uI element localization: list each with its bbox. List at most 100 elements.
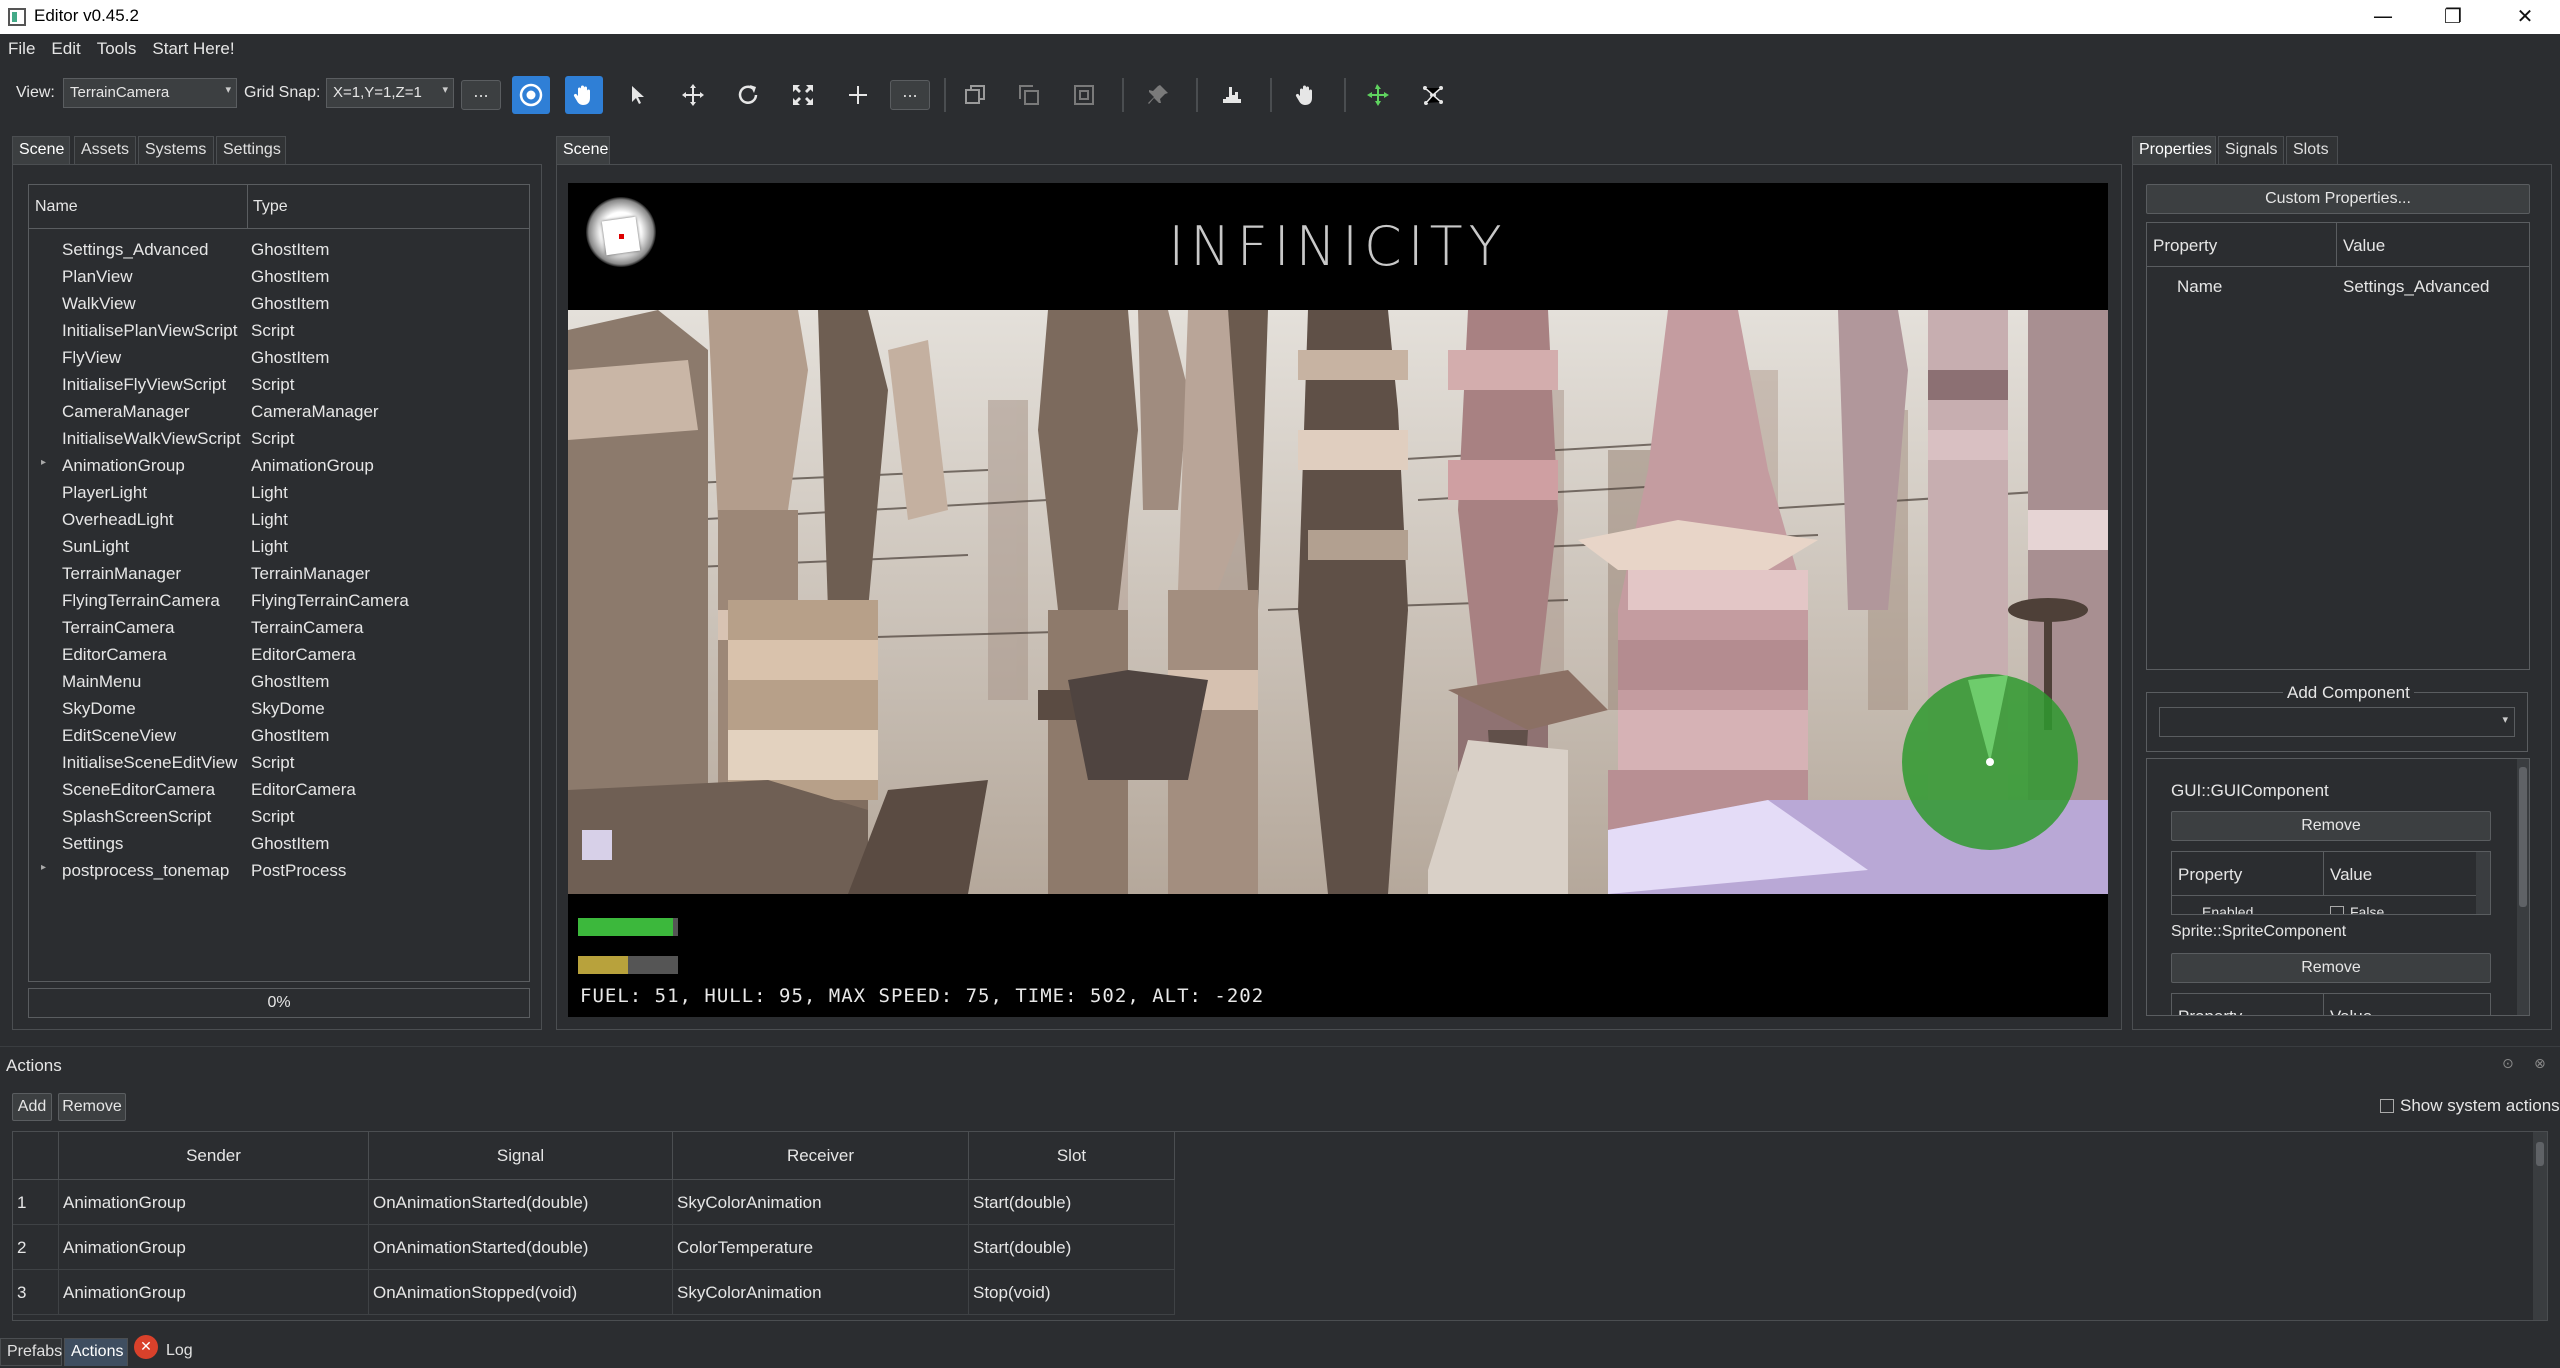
sprite-property-header[interactable]: Property	[2172, 994, 2324, 1015]
properties-table[interactable]: Property Value Name Settings_Advanced	[2146, 222, 2530, 670]
tree-row[interactable]: ▸ postprocess_tonemap PostProcess	[29, 858, 529, 885]
table-row[interactable]: 2 AnimationGroup OnAnimationStarted(double…	[13, 1225, 1175, 1270]
tree-row[interactable]: MainMenu GhostItem	[29, 669, 529, 696]
tree-row[interactable]: Settings GhostItem	[29, 831, 529, 858]
tree-row[interactable]: SkyDome SkyDome	[29, 696, 529, 723]
network-button[interactable]	[1414, 76, 1452, 114]
add-button[interactable]	[839, 76, 877, 114]
gui-table-scrollbar[interactable]	[2476, 852, 2490, 914]
tree-row[interactable]: EditSceneView GhostItem	[29, 723, 529, 750]
tab-prefabs[interactable]: Prefabs	[0, 1338, 62, 1366]
tab-log[interactable]: Log	[160, 1338, 202, 1366]
target-button[interactable]	[512, 76, 550, 114]
components-scrollbar[interactable]	[2517, 759, 2529, 1015]
actions-scrollbar-thumb[interactable]	[2536, 1142, 2544, 1166]
tools-more-button[interactable]: ...	[890, 80, 930, 110]
grid-snap-select[interactable]: X=1,Y=1,Z=1 ▾	[326, 78, 454, 108]
tree-row[interactable]: InitialiseFlyViewScript Script	[29, 372, 529, 399]
axis-button[interactable]	[1359, 76, 1397, 114]
action-receiver[interactable]: SkyColorAnimation	[673, 1270, 969, 1315]
remove-action-button[interactable]: Remove	[58, 1093, 126, 1121]
actions-scrollbar[interactable]	[2533, 1132, 2547, 1320]
gui-value-header[interactable]: Value	[2324, 852, 2490, 896]
action-signal[interactable]: OnAnimationStarted(double)	[369, 1225, 673, 1270]
tree-row[interactable]: InitialisePlanViewScript Script	[29, 318, 529, 345]
sprite-component-table[interactable]: Property Value	[2171, 993, 2491, 1015]
action-sender[interactable]: AnimationGroup	[59, 1270, 369, 1315]
action-signal[interactable]: OnAnimationStopped(void)	[369, 1270, 673, 1315]
tree-row[interactable]: FlyView GhostItem	[29, 345, 529, 372]
minimize-button[interactable]: —	[2348, 0, 2418, 34]
add-component-select[interactable]: ▾	[2159, 707, 2515, 737]
tree-row[interactable]: ▸ AnimationGroup AnimationGroup	[29, 453, 529, 480]
close-button[interactable]: ✕	[2490, 0, 2560, 34]
show-system-actions-checkbox[interactable]	[2380, 1099, 2394, 1113]
table-row[interactable]: 1 AnimationGroup OnAnimationStarted(double…	[13, 1180, 1175, 1225]
tab-properties[interactable]: Properties	[2132, 136, 2216, 164]
scale-tool-button[interactable]	[784, 76, 822, 114]
action-slot[interactable]: Start(double)	[969, 1180, 1175, 1225]
duplicate-button[interactable]	[1065, 76, 1103, 114]
grid-more-button[interactable]: ...	[461, 80, 501, 110]
remove-gui-component-button[interactable]: Remove	[2171, 811, 2491, 841]
sprite-value-header[interactable]: Value	[2324, 994, 2490, 1015]
tab-actions[interactable]: Actions	[64, 1338, 128, 1366]
gui-enabled-checkbox[interactable]	[2330, 906, 2344, 914]
tree-row[interactable]: TerrainCamera TerrainCamera	[29, 615, 529, 642]
column-name[interactable]: Name	[35, 198, 78, 216]
tab-scene[interactable]: Scene	[12, 136, 70, 164]
action-slot[interactable]: Stop(void)	[969, 1270, 1175, 1315]
scene-tree[interactable]: Name Type Settings_Advanced GhostItem Plan…	[28, 184, 530, 982]
menu-tools[interactable]: Tools	[89, 34, 145, 59]
action-slot[interactable]: Start(double)	[969, 1225, 1175, 1270]
close-dock-icon[interactable]: ⊗	[2534, 1056, 2546, 1072]
tree-row[interactable]: FlyingTerrainCamera FlyingTerrainCamera	[29, 588, 529, 615]
tab-scene-view[interactable]: Scene	[556, 136, 610, 164]
tree-row[interactable]: PlanView GhostItem	[29, 264, 529, 291]
gui-property-header[interactable]: Property	[2172, 852, 2324, 896]
grab-button[interactable]	[1287, 76, 1325, 114]
float-icon[interactable]: ⊙	[2502, 1056, 2514, 1072]
expand-arrow-icon[interactable]: ▸	[41, 862, 46, 873]
tree-row[interactable]: InitialiseSceneEditView Script	[29, 750, 529, 777]
column-type[interactable]: Type	[253, 198, 288, 216]
scene-viewport[interactable]: INFINICITY FUEL: 51, HULL: 95, MAX SPEED…	[568, 183, 2108, 1017]
property-column-header[interactable]: Property	[2147, 223, 2337, 267]
action-sender[interactable]: AnimationGroup	[59, 1180, 369, 1225]
components-scrollbar-thumb[interactable]	[2519, 767, 2527, 907]
action-receiver[interactable]: SkyColorAnimation	[673, 1180, 969, 1225]
menu-start-here[interactable]: Start Here!	[144, 34, 242, 59]
paste-button[interactable]	[1010, 76, 1048, 114]
menu-file[interactable]: File	[0, 34, 43, 59]
tree-row[interactable]: OverheadLight Light	[29, 507, 529, 534]
expand-arrow-icon[interactable]: ▸	[41, 457, 46, 468]
copy-button[interactable]	[956, 76, 994, 114]
maximize-button[interactable]: ❐	[2418, 0, 2488, 34]
tree-row[interactable]: CameraManager CameraManager	[29, 399, 529, 426]
tab-assets[interactable]: Assets	[74, 136, 136, 164]
tree-row[interactable]: SunLight Light	[29, 534, 529, 561]
tab-settings[interactable]: Settings	[216, 136, 286, 164]
rotate-tool-button[interactable]	[729, 76, 767, 114]
hand-tool-button[interactable]	[565, 76, 603, 114]
tree-row[interactable]: SceneEditorCamera EditorCamera	[29, 777, 529, 804]
column-slot[interactable]: Slot	[969, 1132, 1175, 1180]
tree-row[interactable]: TerrainManager TerrainManager	[29, 561, 529, 588]
pin-button[interactable]	[1139, 76, 1177, 114]
menu-edit[interactable]: Edit	[43, 34, 88, 59]
action-receiver[interactable]: ColorTemperature	[673, 1225, 969, 1270]
column-sender[interactable]: Sender	[59, 1132, 369, 1180]
tab-systems[interactable]: Systems	[138, 136, 214, 164]
tab-signals[interactable]: Signals	[2218, 136, 2284, 164]
tree-row[interactable]: PlayerLight Light	[29, 480, 529, 507]
tree-row[interactable]: EditorCamera EditorCamera	[29, 642, 529, 669]
tree-row[interactable]: WalkView GhostItem	[29, 291, 529, 318]
gui-component-table[interactable]: Property Value Enabled False	[2171, 851, 2491, 915]
column-receiver[interactable]: Receiver	[673, 1132, 969, 1180]
tab-slots[interactable]: Slots	[2286, 136, 2338, 164]
actions-table[interactable]: Sender Signal Receiver Slot 1 AnimationGr…	[12, 1131, 2548, 1321]
table-row[interactable]: 3 AnimationGroup OnAnimationStopped(void) S…	[13, 1270, 1175, 1315]
move-tool-button[interactable]	[674, 76, 712, 114]
tree-row[interactable]: SplashScreenScript Script	[29, 804, 529, 831]
terrain-button[interactable]	[1213, 76, 1251, 114]
